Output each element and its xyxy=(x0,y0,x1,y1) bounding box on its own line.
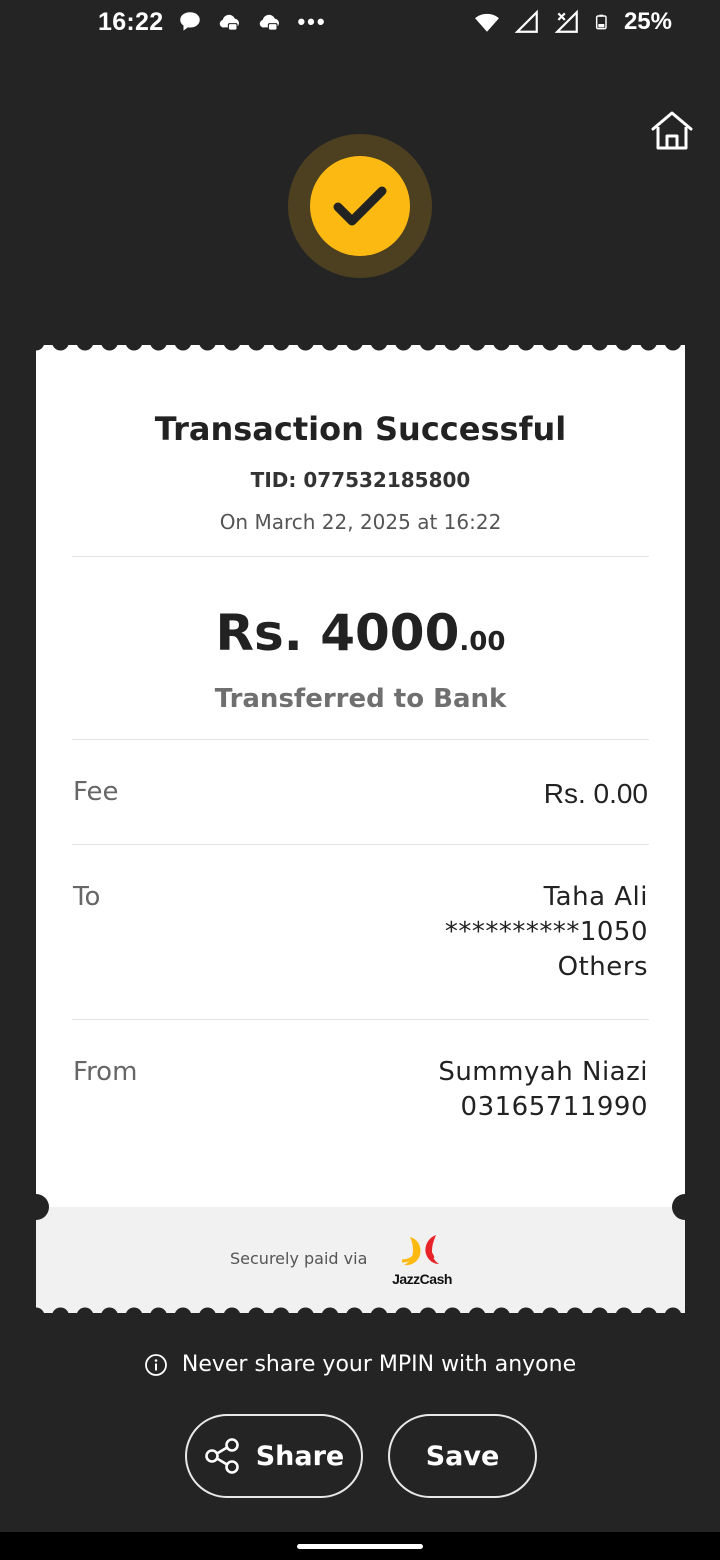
divider xyxy=(72,556,649,557)
amount-decimal: .00 xyxy=(459,627,506,657)
fee-label: Fee xyxy=(73,777,119,807)
save-label: Save xyxy=(425,1440,500,1472)
jazzcash-mark-icon xyxy=(401,1235,439,1266)
checkmark-icon xyxy=(333,186,387,226)
divider xyxy=(72,844,649,845)
wifi-icon xyxy=(475,13,499,32)
amount-main: Rs. 4000 xyxy=(215,604,460,662)
home-gesture-handle[interactable] xyxy=(297,1544,423,1549)
sender-phone: 03165711990 xyxy=(460,1092,648,1122)
recipient-account: **********1050 xyxy=(444,917,648,947)
system-nav-bar xyxy=(0,1532,720,1560)
status-bar-left: 16:22 ••• xyxy=(98,8,327,37)
page-title: Transaction Successful xyxy=(154,410,567,448)
jazzcash-wordmark: JazzCash xyxy=(392,1271,452,1287)
share-icon xyxy=(204,1438,239,1474)
status-bar: 16:22 ••• 25% xyxy=(0,0,720,44)
from-label: From xyxy=(73,1057,138,1087)
info-icon xyxy=(144,1353,167,1376)
share-label: Share xyxy=(255,1440,345,1472)
recipient-name: Taha Ali xyxy=(543,882,648,912)
amount: Rs. 4000.00 xyxy=(36,604,685,662)
more-dots-icon: ••• xyxy=(297,9,327,34)
receipt-body: Transaction Successful TID: 077532185800… xyxy=(36,352,685,1207)
cloud-message-icon xyxy=(220,14,240,31)
signal-icon xyxy=(514,9,538,33)
receipt-notch-right xyxy=(672,1194,698,1220)
receipt-card: Transaction Successful TID: 077532185800… xyxy=(23,340,698,1318)
save-button[interactable]: Save xyxy=(388,1414,537,1498)
battery-percent: 25% xyxy=(623,8,672,35)
receipt-footer: Securely paid via JazzCash xyxy=(36,1207,685,1307)
transaction-date: On March 22, 2025 at 16:22 xyxy=(219,510,502,534)
security-warning: Never share your MPIN with anyone xyxy=(0,1352,720,1377)
cloud-message-icon xyxy=(260,14,280,31)
receipt-edge-bottom xyxy=(36,1304,685,1318)
secure-payment-label: Securely paid via xyxy=(230,1249,368,1268)
share-button[interactable]: Share xyxy=(185,1414,363,1498)
receipt-notch-left xyxy=(23,1194,49,1220)
home-icon[interactable] xyxy=(649,108,695,154)
jazzcash-logo: JazzCash xyxy=(388,1231,456,1289)
divider xyxy=(72,1019,649,1020)
fee-value: Rs. 0.00 xyxy=(543,778,648,809)
warning-text: Never share your MPIN with anyone xyxy=(181,1352,577,1377)
amount-caption: Transferred to Bank xyxy=(214,684,507,714)
status-time: 16:22 xyxy=(98,7,164,36)
sender-name: Summyah Niazi xyxy=(438,1057,648,1087)
chat-bubble-icon xyxy=(180,12,201,31)
status-bar-right: 25% xyxy=(474,8,672,36)
success-badge xyxy=(310,156,410,256)
to-details: Taha Ali **********1050 Others xyxy=(445,880,648,985)
from-details: Summyah Niazi 03165711990 xyxy=(438,1055,648,1125)
signal-x-icon xyxy=(554,9,578,33)
divider xyxy=(72,739,649,740)
battery-icon xyxy=(595,14,607,30)
to-label: To xyxy=(73,882,101,912)
transaction-id: TID: 077532185800 xyxy=(250,468,471,492)
recipient-bank: Others xyxy=(557,952,648,982)
